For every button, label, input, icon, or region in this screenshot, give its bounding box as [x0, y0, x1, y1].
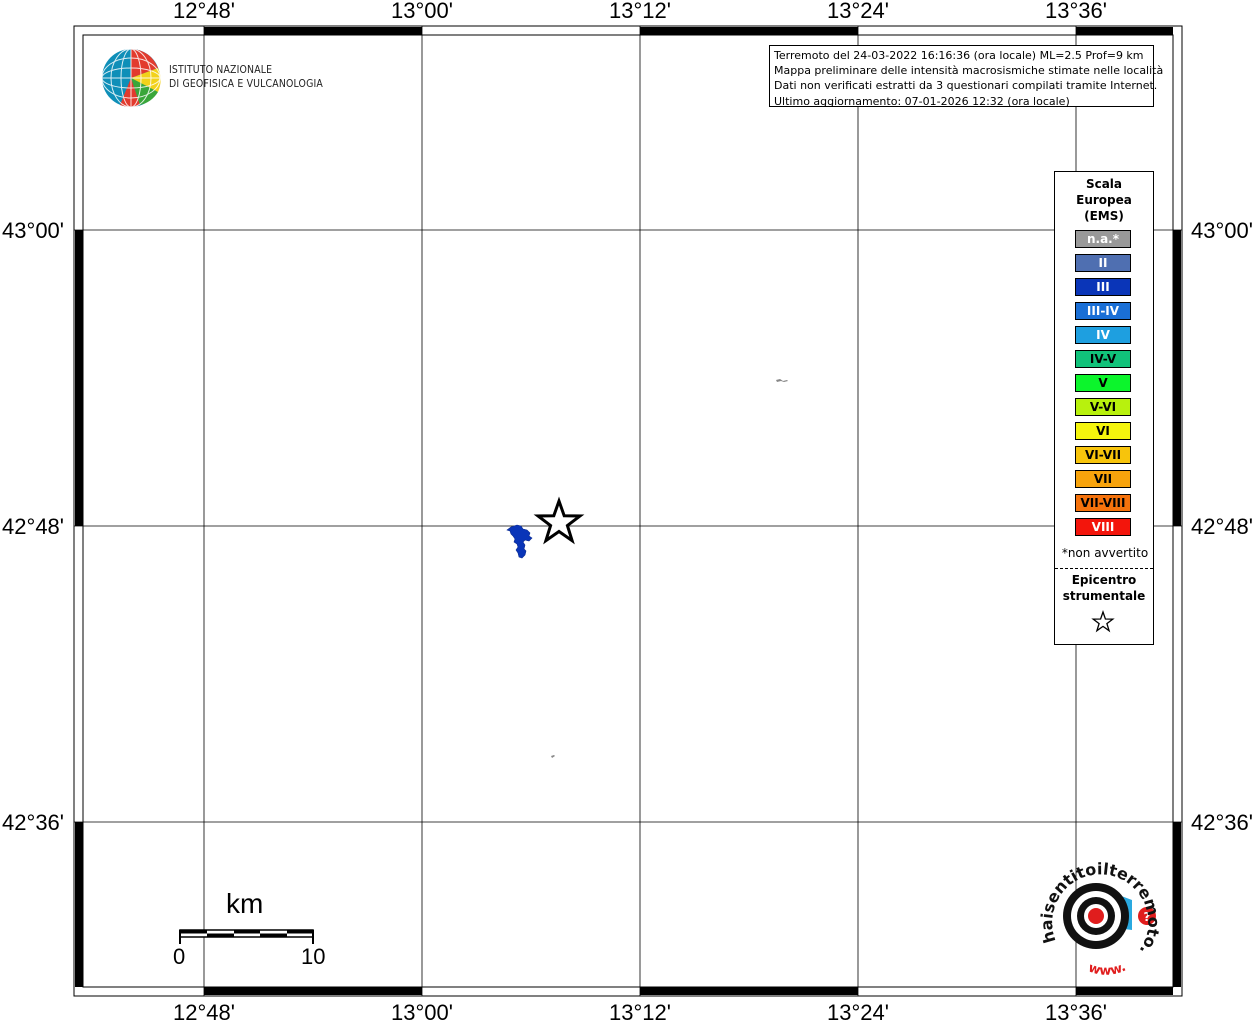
legend-epicenter-line2: strumentale [1062, 589, 1146, 603]
legend-item-iii-iv: III-IV [1075, 302, 1131, 320]
lat-tick-label-left: 43°00' [2, 218, 64, 243]
ingv-logo-line1: ISTITUTO NAZIONALE [169, 63, 273, 76]
legend-item-vi: VI [1075, 422, 1131, 440]
info-line-source: Dati non verificati estratti da 3 questi… [774, 79, 1158, 93]
brand-www-text: www. [1086, 960, 1128, 979]
ingv-logo-icon [101, 48, 161, 108]
lat-tick-label-right: 43°00' [1191, 218, 1253, 243]
earthquake-info-box: Terremoto del 24-03-2022 16:16:36 (ora l… [769, 45, 1164, 108]
lon-tick-label-bottom: 13°24' [827, 1000, 889, 1025]
epicenter-star-icon [533, 496, 585, 545]
legend-item-viii: VIII [1075, 518, 1131, 536]
legend-item-vi-vii: VI-VII [1075, 446, 1131, 464]
frame-bar-top-3 [1076, 27, 1173, 35]
lat-tick-label-left: 42°36' [2, 810, 64, 835]
ingv-logo-line2: DI GEOFISICA E VULCANOLOGIA [169, 77, 324, 90]
legend-epicenter-line1: Epicentro [1071, 573, 1137, 587]
legend-not-felt-note: *non avvertito [1061, 546, 1149, 560]
info-line-event: Terremoto del 24-03-2022 16:16:36 (ora l… [774, 49, 1144, 62]
lon-tick-label-bottom: 12°48' [173, 1000, 235, 1025]
locality-marker-na [551, 755, 555, 758]
lon-tick-label-top: 12°48' [173, 0, 235, 23]
legend-star-icon [1091, 610, 1115, 633]
legend-item-v: V [1075, 374, 1131, 392]
legend-item-v-vi: V-VI [1075, 398, 1131, 416]
legend-item-iv-v: IV-V [1075, 350, 1131, 368]
svg-text:www.: www. [1086, 960, 1128, 979]
legend-item-iii: III [1075, 278, 1131, 296]
scale-start-label: 0 [173, 944, 186, 969]
legend-item-iv: IV [1075, 326, 1131, 344]
lat-tick-label-right: 42°36' [1191, 810, 1253, 835]
frame-bar-right-1 [1173, 230, 1181, 526]
info-line-updated: Ultimo aggiornamento: 07-01-2026 12:32 (… [774, 94, 1070, 108]
lat-tick-label-right: 42°48' [1191, 514, 1253, 539]
scale-end-label: 10 [301, 944, 326, 969]
scale-bar [179, 929, 314, 944]
legend-item-n-a-: n.a.* [1075, 230, 1131, 248]
info-line-description: Mappa preliminare delle intensità macros… [774, 64, 1164, 78]
frame-bar-right-2 [1173, 822, 1181, 987]
frame-bar-left-2 [75, 822, 83, 987]
lon-tick-label-top: 13°36' [1045, 0, 1107, 23]
haisentito-brand: haisentitoilterremoto.it www. [1026, 846, 1163, 979]
scale-unit-label: km [226, 888, 264, 919]
intensity-area-iii [506, 524, 533, 559]
lon-tick-label-bottom: 13°12' [609, 1000, 671, 1025]
legend-title-line3: (EMS) [1084, 209, 1124, 223]
lon-tick-label-bottom: 13°00' [391, 1000, 453, 1025]
legend-item-ii: II [1075, 254, 1131, 272]
svg-text:haisentitoilterremoto.it: haisentitoilterremoto.it [1026, 846, 1163, 959]
lon-tick-label-top: 13°12' [609, 0, 671, 23]
legend-item-vii-viii: VII-VIII [1075, 494, 1131, 512]
legend-title-line2: Europea [1076, 193, 1132, 207]
ingv-logo-text: ISTITUTO NAZIONALE DI GEOFISICA E VULCAN… [169, 63, 323, 91]
legend-separator [1055, 568, 1153, 569]
frame-bar-left-1 [75, 230, 83, 526]
lon-tick-label-top: 13°00' [391, 0, 453, 23]
lat-tick-label-left: 42°48' [2, 514, 64, 539]
brand-name-text: haisentitoilterremoto.it [1026, 846, 1163, 959]
frame-bar-bottom-2 [640, 987, 858, 995]
lon-tick-label-top: 13°24' [827, 0, 889, 23]
legend-title-line1: Scala [1085, 177, 1123, 191]
lon-tick-label-bottom: 13°36' [1045, 1000, 1107, 1025]
legend-epicenter-label: Epicentro strumentale [1055, 572, 1153, 604]
frame-bar-top-1 [204, 27, 422, 35]
frame-bar-bottom-3 [1076, 987, 1173, 995]
frame-bar-bottom-1 [204, 987, 422, 995]
locality-marker-na [776, 379, 788, 382]
legend-item-vii: VII [1075, 470, 1131, 488]
ems-legend: Scala Europea (EMS) n.a.* II III III-IV IV IV… [1054, 171, 1154, 645]
frame-bar-top-2 [640, 27, 858, 35]
legend-title: Scala Europea (EMS) [1055, 176, 1153, 224]
